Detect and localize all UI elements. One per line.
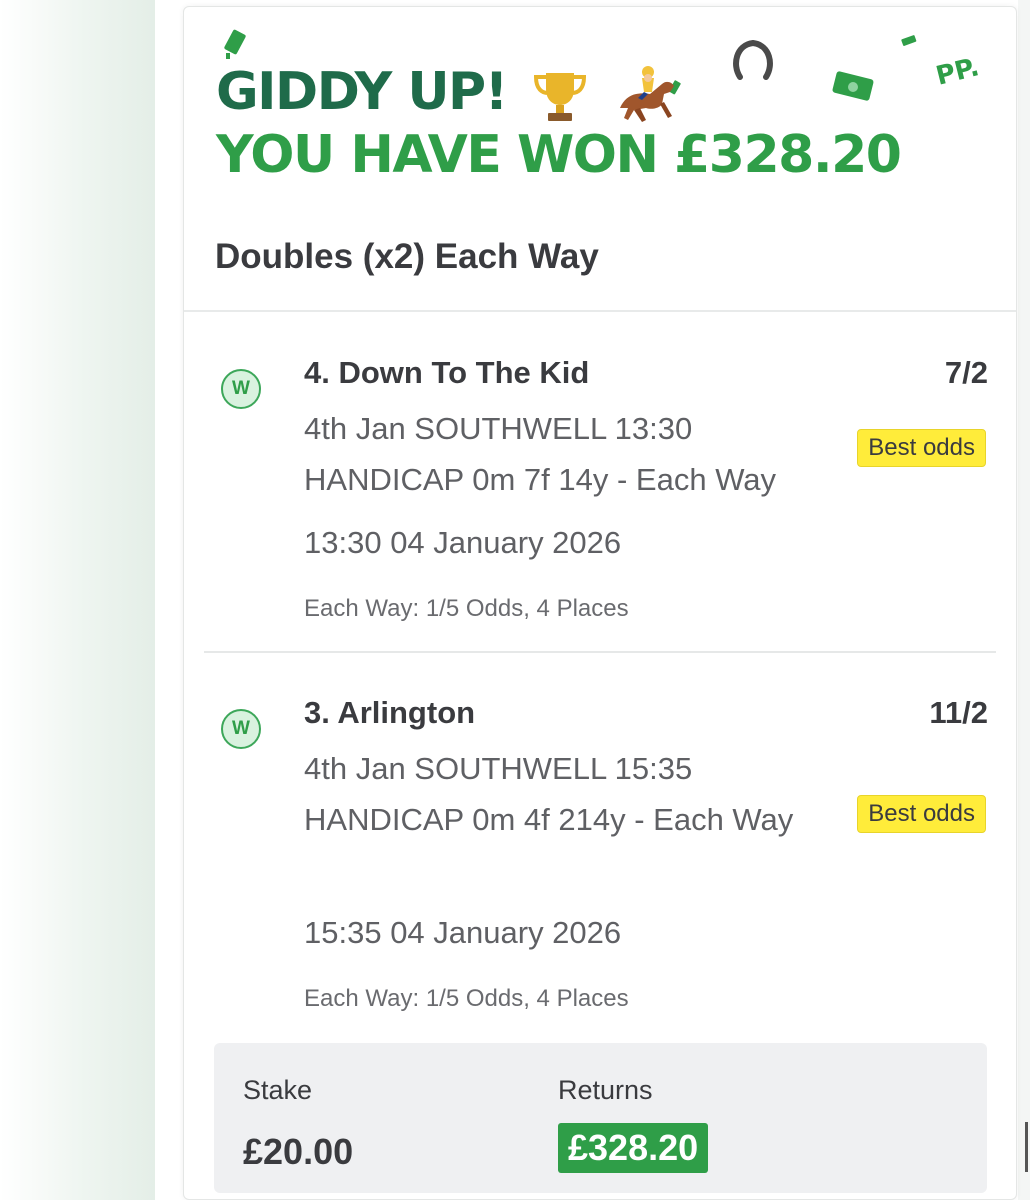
- win-banner: PP. GIDDY UP! YOU HAVE WON £328.20 Doubl…: [184, 7, 1016, 312]
- race-description: 4th Jan SOUTHWELL 13:30 HANDICAP 0m 7f 1…: [304, 411, 777, 497]
- runner-name: 3. Arlington: [304, 695, 476, 730]
- race-datetime: 13:30 04 January 2026: [304, 525, 622, 560]
- horse-racing-icon: [620, 66, 675, 122]
- each-way-terms: Each Way: 1/5 Odds, 4 Places: [304, 985, 629, 1012]
- stake-label: Stake: [243, 1075, 313, 1105]
- banknote-icon: [901, 35, 917, 46]
- bet-receipt-card: PP. GIDDY UP! YOU HAVE WON £328.20 Doubl…: [183, 6, 1017, 1200]
- win-amount-headline: YOU HAVE WON £328.20: [216, 125, 902, 185]
- banknote-icon: [224, 29, 246, 59]
- headline-giddy-up: GIDDY UP!: [216, 62, 682, 126]
- bet-summary-panel: Stake £20.00 Returns £328.20: [214, 1043, 987, 1193]
- race-description: 4th Jan SOUTHWELL 15:35 HANDICAP 0m 4f 2…: [304, 751, 794, 837]
- runner-name: 4. Down To The Kid: [304, 355, 590, 390]
- scrollbar-thumb[interactable]: [1025, 1122, 1028, 1172]
- stake-value: £20.00: [243, 1131, 354, 1172]
- each-way-terms: Each Way: 1/5 Odds, 4 Places: [304, 595, 629, 622]
- paddy-power-logo: PP.: [933, 52, 983, 92]
- race-datetime: 15:35 04 January 2026: [304, 915, 622, 950]
- best-odds-badge: Best odds: [857, 429, 986, 467]
- page-background-right: [1018, 0, 1030, 1200]
- trophy-icon: [533, 73, 586, 121]
- returns-value: £328.20: [558, 1123, 709, 1173]
- returns-label: Returns: [558, 1075, 653, 1105]
- win-result-badge: W: [221, 369, 261, 409]
- horseshoe-icon: [733, 39, 773, 80]
- headline-text: GIDDY UP!: [216, 62, 508, 122]
- banknote-icon: [832, 71, 874, 101]
- page-background-left: [0, 0, 155, 1200]
- selection-odds: 7/2: [944, 355, 988, 390]
- bet-type-title: Doubles (x2) Each Way: [215, 237, 599, 276]
- best-odds-badge: Best odds: [857, 795, 986, 833]
- selection-odds: 11/2: [929, 695, 988, 730]
- win-result-badge: W: [221, 709, 261, 749]
- selection-divider: [204, 651, 996, 653]
